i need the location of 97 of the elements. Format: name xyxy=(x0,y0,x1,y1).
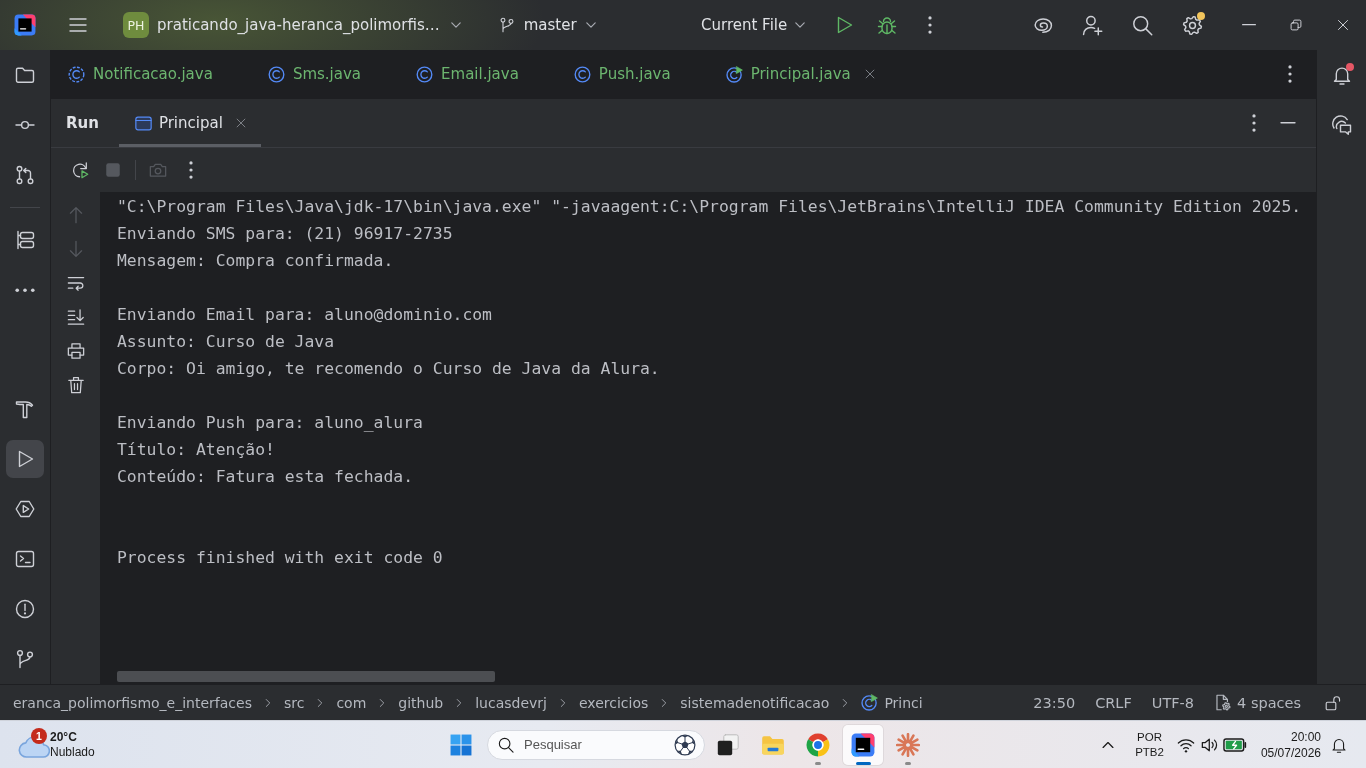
project-avatar: PH xyxy=(123,12,149,38)
clock-time[interactable]: 20:00 xyxy=(1290,728,1321,745)
weather-condition[interactable]: Nublado xyxy=(50,744,95,760)
breadcrumb-item[interactable]: Princi xyxy=(884,694,923,711)
more-vertical-icon[interactable] xyxy=(928,16,933,34)
terminal-icon xyxy=(15,549,35,569)
browser-icon xyxy=(806,732,830,757)
circle-c-icon xyxy=(416,65,434,83)
printer-icon[interactable] xyxy=(66,342,85,360)
taskbar-app[interactable] xyxy=(843,724,883,765)
file-gear-icon xyxy=(1214,694,1232,711)
notification-count: 1 xyxy=(31,727,47,744)
file-encoding[interactable]: UTF-8 xyxy=(1151,694,1195,711)
more-vertical-icon[interactable] xyxy=(1288,65,1292,83)
more-icon xyxy=(15,287,35,293)
exit-message: Process finished with exit code 0 xyxy=(117,547,443,569)
ide-icon xyxy=(851,732,875,757)
restore-icon[interactable] xyxy=(1288,18,1303,32)
structure-icon xyxy=(15,230,35,250)
more-vertical-icon[interactable] xyxy=(1252,114,1256,132)
breadcrumb-item[interactable]: sistemadenotificacao xyxy=(680,694,830,711)
circle-c-play-icon xyxy=(861,694,879,711)
hexagon-play-icon xyxy=(15,499,35,519)
editor-tab[interactable]: Principal.java xyxy=(708,50,896,98)
settings-icon[interactable] xyxy=(1181,14,1203,36)
chevron-down-icon[interactable] xyxy=(449,19,462,31)
ide-logo-icon[interactable] xyxy=(14,14,36,36)
breadcrumb-item[interactable]: com xyxy=(336,694,367,711)
circle-c-play-icon xyxy=(725,65,743,83)
tool-window-button[interactable] xyxy=(6,440,44,478)
bell-icon[interactable] xyxy=(1331,736,1347,753)
rerun-icon[interactable] xyxy=(71,161,89,179)
squares-icon xyxy=(716,732,740,757)
chevron-down-icon[interactable] xyxy=(794,19,807,31)
breadcrumb-item[interactable]: lucasdevrj xyxy=(475,694,547,711)
editor-tab[interactable]: Notificacao.java xyxy=(51,50,233,98)
add-person-icon[interactable] xyxy=(1081,14,1103,36)
console-line: Enviando SMS para: (21) 96917-2735 xyxy=(117,223,453,245)
language-code[interactable]: POR xyxy=(1137,729,1162,745)
caret-position[interactable]: 23:50 xyxy=(1033,694,1076,711)
wrap-icon[interactable] xyxy=(66,274,85,292)
search-icon xyxy=(498,736,514,753)
search-field[interactable]: Pesquisar xyxy=(487,729,705,760)
line-separator[interactable]: CRLF xyxy=(1095,694,1132,711)
circle-c-icon xyxy=(267,65,285,83)
temperature[interactable]: 20°C xyxy=(50,729,95,745)
editor-tab[interactable]: Sms.java xyxy=(250,50,382,98)
console-line: Assunto: Curso de Java xyxy=(117,331,335,353)
window-icon xyxy=(134,114,152,132)
console-line: Título: Atenção! xyxy=(117,439,275,461)
command-line: "C:\Program Files\Java\jdk-17\bin\java.exe" "-javaagent:C:\Program Files\JetBrains\IntelliJ IDEA Community Edition 2025. xyxy=(117,196,1302,218)
minimize-icon[interactable] xyxy=(1280,122,1296,124)
console-line: Enviando Email para: aluno@dominio.com xyxy=(117,304,492,326)
circle-c-icon xyxy=(573,65,591,83)
asterisk-icon xyxy=(896,732,920,757)
console-line: Mensagem: Compra confirmada. xyxy=(117,250,394,272)
more-vertical-icon[interactable] xyxy=(189,161,193,179)
breadcrumb-item[interactable]: src xyxy=(283,694,305,711)
tool-window-title: Run xyxy=(66,114,99,132)
branch-icon xyxy=(15,649,35,669)
breadcrumb-item[interactable]: github xyxy=(398,694,444,711)
branch-selector[interactable]: master xyxy=(523,16,577,34)
close-icon[interactable] xyxy=(1335,18,1350,32)
branch-icon xyxy=(498,17,515,33)
bug-icon[interactable] xyxy=(877,15,898,35)
editor-tab[interactable]: Push.java xyxy=(556,50,691,98)
chat-icon[interactable] xyxy=(1331,115,1352,135)
project-selector[interactable]: praticando_java-heranca_polimorfis… xyxy=(157,16,440,34)
indent-setting[interactable]: 4 spaces xyxy=(1237,694,1301,711)
trash-icon[interactable] xyxy=(66,376,85,394)
breadcrumb-item[interactable]: eranca_polimorfismo_e_interfaces xyxy=(13,694,252,711)
menu-icon[interactable] xyxy=(68,15,88,35)
run-configuration-selector[interactable]: Current File xyxy=(701,16,788,34)
dashed-circle-c-icon xyxy=(68,65,85,83)
clock-date[interactable]: 05/07/2026 xyxy=(1260,744,1321,761)
alert-circle-icon xyxy=(15,599,35,619)
soccer-ball-icon xyxy=(674,733,696,756)
pull-request-icon xyxy=(15,165,35,185)
breadcrumb-item[interactable]: exercicios xyxy=(579,694,649,711)
minimize-icon[interactable] xyxy=(1241,24,1256,26)
console-line: Corpo: Oi amigo, te recomendo o Curso de Java da Alura. xyxy=(117,358,660,380)
folder-icon xyxy=(15,65,35,85)
unlock-icon[interactable] xyxy=(1325,694,1341,711)
console-line: Enviando Push para: aluno_alura xyxy=(117,412,423,434)
start-icon[interactable] xyxy=(450,733,472,756)
search-icon[interactable] xyxy=(1131,14,1153,36)
bell-icon[interactable] xyxy=(1331,65,1352,85)
close-icon[interactable] xyxy=(234,117,247,129)
console-line: Conteúdo: Fatura esta fechada. xyxy=(117,466,414,488)
horizontal-scrollbar[interactable] xyxy=(117,671,495,682)
keyboard-layout[interactable]: PTB2 xyxy=(1135,744,1164,760)
hammer-icon xyxy=(15,399,35,419)
chevron-down-icon[interactable] xyxy=(584,19,597,31)
close-icon[interactable] xyxy=(863,68,876,80)
scroll-end-icon[interactable] xyxy=(66,308,85,326)
editor-tab[interactable]: Email.java xyxy=(399,50,539,98)
chevron-right-icon xyxy=(558,697,568,708)
